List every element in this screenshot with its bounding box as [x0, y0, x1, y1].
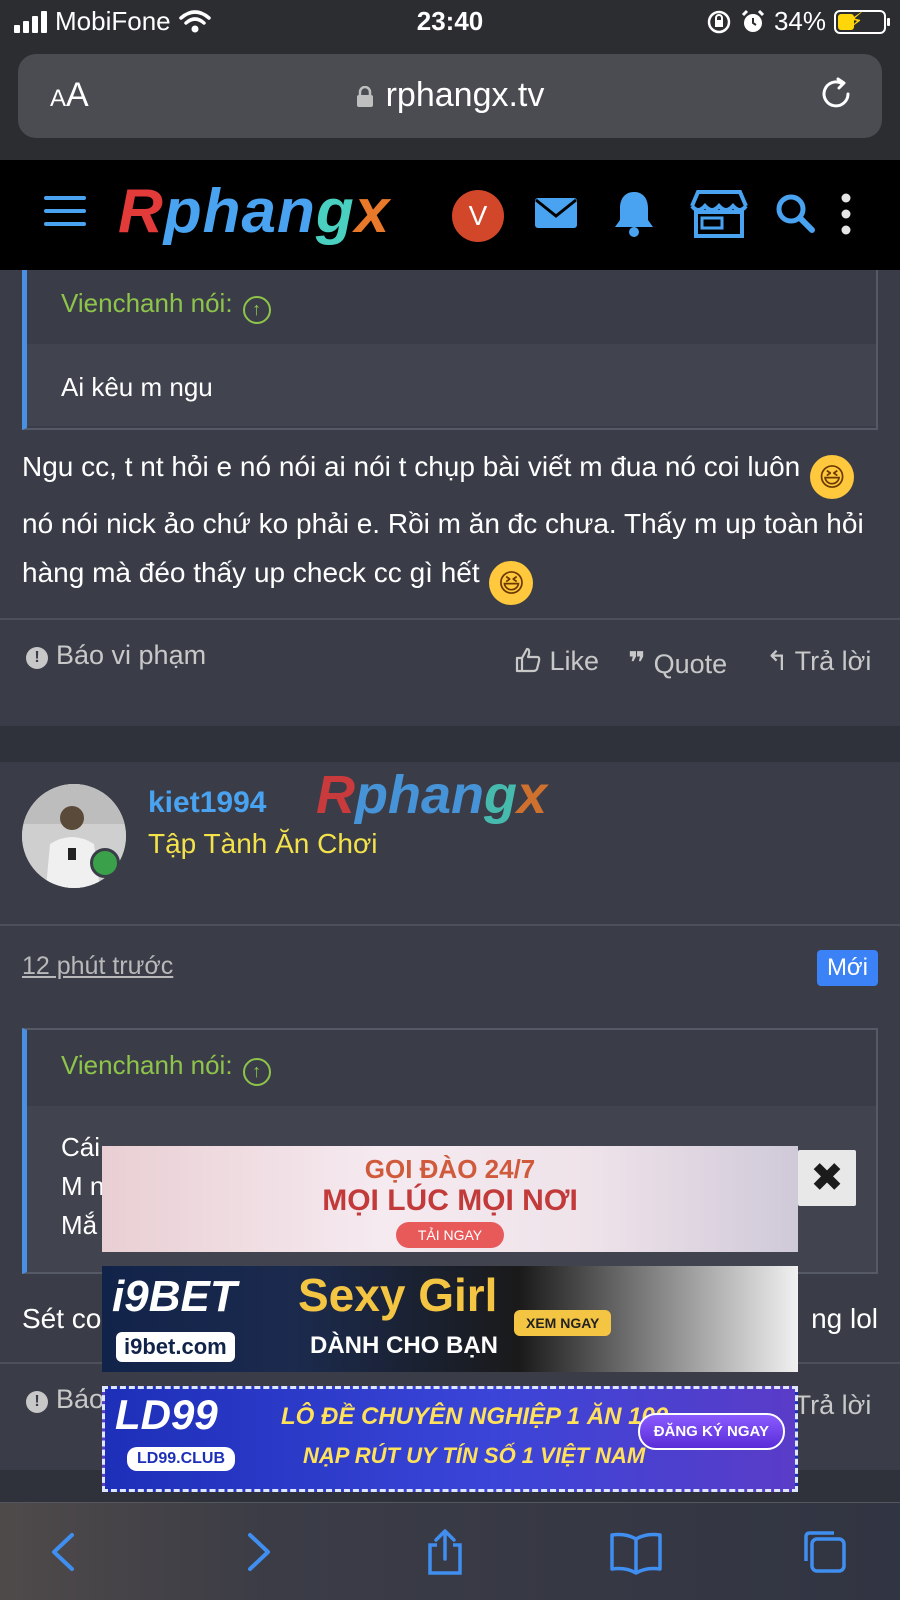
post-actions: ! Báo vi phạm Like ❞ Quote ↰ Trả lời: [0, 640, 900, 710]
ad-download-button[interactable]: TẢI NGAY: [396, 1222, 504, 1248]
ad-view-button[interactable]: XEM NGAY: [514, 1310, 612, 1336]
browser-toolbar: [0, 1502, 900, 1600]
ad-headline: LÔ ĐỀ CHUYÊN NGHIỆP 1 ĂN 100: [281, 1403, 669, 1430]
more-vertical-icon[interactable]: [826, 184, 866, 244]
status-bar: MobiFone 23:40 34% ⚡: [0, 0, 900, 44]
message-text-1: Ngu cc, t nt hỏi e nó nói ai nói t chụp …: [22, 451, 809, 482]
close-ad-icon[interactable]: ✖: [798, 1150, 856, 1206]
bookmarks-icon[interactable]: [608, 1527, 664, 1577]
battery-percent: 34%: [773, 6, 826, 36]
new-badge: Mới: [816, 950, 878, 986]
site-logo[interactable]: Rphangx: [118, 176, 390, 247]
ad-domain: LD99.CLUB: [127, 1447, 236, 1471]
ad-subheadline: NẠP RÚT UY TÍN SỐ 1 VIỆT NAM: [303, 1443, 646, 1468]
quote-text: Ai kêu m ngu: [61, 372, 213, 402]
menu-icon[interactable]: [44, 196, 86, 232]
post-separator: [0, 726, 900, 762]
divider: [0, 924, 900, 926]
forward-icon[interactable]: [232, 1527, 282, 1577]
browser-chrome: AA rphangx.tv: [0, 44, 900, 160]
back-icon[interactable]: [40, 1527, 90, 1577]
site-header: Rphangx V: [0, 160, 900, 270]
store-icon[interactable]: [686, 184, 752, 244]
bell-icon[interactable]: [604, 184, 664, 244]
quote-button[interactable]: ❞ Quote: [628, 646, 727, 681]
ad-domain: i9bet.com: [116, 1332, 235, 1362]
watermark-logo: Rphangx: [316, 765, 548, 825]
reload-icon[interactable]: [816, 74, 856, 114]
user-title: Tập Tành Ăn Chơi: [148, 828, 378, 859]
quote-body: Ai kêu m ngu: [27, 344, 876, 426]
post-message-start: Sét co: [22, 1303, 102, 1334]
online-status-icon: [90, 848, 120, 878]
rotation-lock-icon: [707, 10, 731, 33]
quote-icon: ❞: [628, 647, 646, 680]
divider: [0, 618, 900, 620]
status-right: 34% ⚡: [706, 6, 890, 37]
post-message: Ngu cc, t nt hỏi e nó nói ai nói t chụp …: [22, 442, 882, 605]
quote-header[interactable]: Vienchanh nói: ↑: [27, 1030, 876, 1106]
like-label: Like: [549, 646, 600, 676]
warning-icon: !: [26, 647, 48, 669]
mail-icon[interactable]: [526, 184, 586, 244]
reply-icon: ↰: [766, 646, 789, 676]
ad-banner-call-girl[interactable]: GỌI ĐÀO 24/7 MỌI LÚC MỌI NƠI TẢI NGAY: [102, 1146, 798, 1252]
message-text-2: nó nói nick ảo chứ ko phải e. Rồi m ăn đ…: [22, 508, 864, 588]
thumbs-up-icon: [515, 647, 541, 673]
ad-banner-ld99[interactable]: LD99 LD99.CLUB LÔ ĐỀ CHUYÊN NGHIỆP 1 ĂN …: [102, 1386, 798, 1492]
reply-label: Trả lời: [794, 646, 872, 676]
laughing-emoji: 😆: [810, 455, 855, 499]
report-button[interactable]: ! Báo: [26, 1384, 104, 1415]
laughing-emoji: 😆: [489, 561, 534, 605]
warning-icon: !: [26, 1391, 48, 1413]
battery-icon: ⚡: [834, 8, 890, 34]
ad-brand: LD99: [115, 1391, 218, 1438]
quote-block: Vienchanh nói: ↑ Ai kêu m ngu: [22, 270, 878, 430]
reply-label: Trả lời: [794, 1390, 872, 1420]
report-label: Báo: [56, 1384, 105, 1414]
ad-subheadline: MỌI LÚC MỌI NƠI: [322, 1184, 578, 1217]
ad-subheadline: DÀNH CHO BẠN: [310, 1332, 498, 1359]
search-icon[interactable]: [766, 184, 826, 244]
tabs-icon[interactable]: [800, 1527, 850, 1577]
quote-author: Vienchanh nói:: [61, 288, 233, 318]
post-message-end: ng lol: [811, 1303, 878, 1334]
address-bar[interactable]: AA rphangx.tv: [18, 54, 882, 138]
share-icon[interactable]: [420, 1527, 470, 1577]
ad-headline: GỌI ĐÀO 24/7: [364, 1154, 536, 1184]
ad-headline: Sexy Girl: [298, 1269, 498, 1321]
alarm-icon: [741, 9, 765, 32]
ad-banner-i9bet[interactable]: i9BET i9bet.com Sexy Girl DÀNH CHO BẠN X…: [102, 1266, 798, 1372]
quote-label: Quote: [653, 649, 728, 679]
jump-to-quote-icon[interactable]: ↑: [242, 296, 271, 324]
ad-brand: i9BET: [112, 1272, 237, 1321]
report-label: Báo vi phạm: [56, 640, 207, 670]
jump-to-quote-icon[interactable]: ↑: [242, 1058, 271, 1086]
like-button[interactable]: Like: [514, 646, 599, 677]
post-timestamp[interactable]: 12 phút trước: [22, 952, 173, 981]
lock-icon: [356, 86, 373, 107]
report-button[interactable]: ! Báo vi phạm: [26, 640, 206, 671]
quote-author: Vienchanh nói:: [61, 1050, 233, 1080]
url-text: rphangx.tv: [385, 76, 545, 114]
user-avatar-button[interactable]: V: [452, 190, 504, 242]
reply-button[interactable]: ↰Trả lời: [766, 646, 871, 677]
quote-header[interactable]: Vienchanh nói: ↑: [27, 270, 876, 344]
url-display[interactable]: rphangx.tv: [18, 76, 882, 115]
ad-register-button[interactable]: ĐĂNG KÝ NGAY: [637, 1413, 785, 1450]
username[interactable]: kiet1994: [148, 786, 266, 820]
